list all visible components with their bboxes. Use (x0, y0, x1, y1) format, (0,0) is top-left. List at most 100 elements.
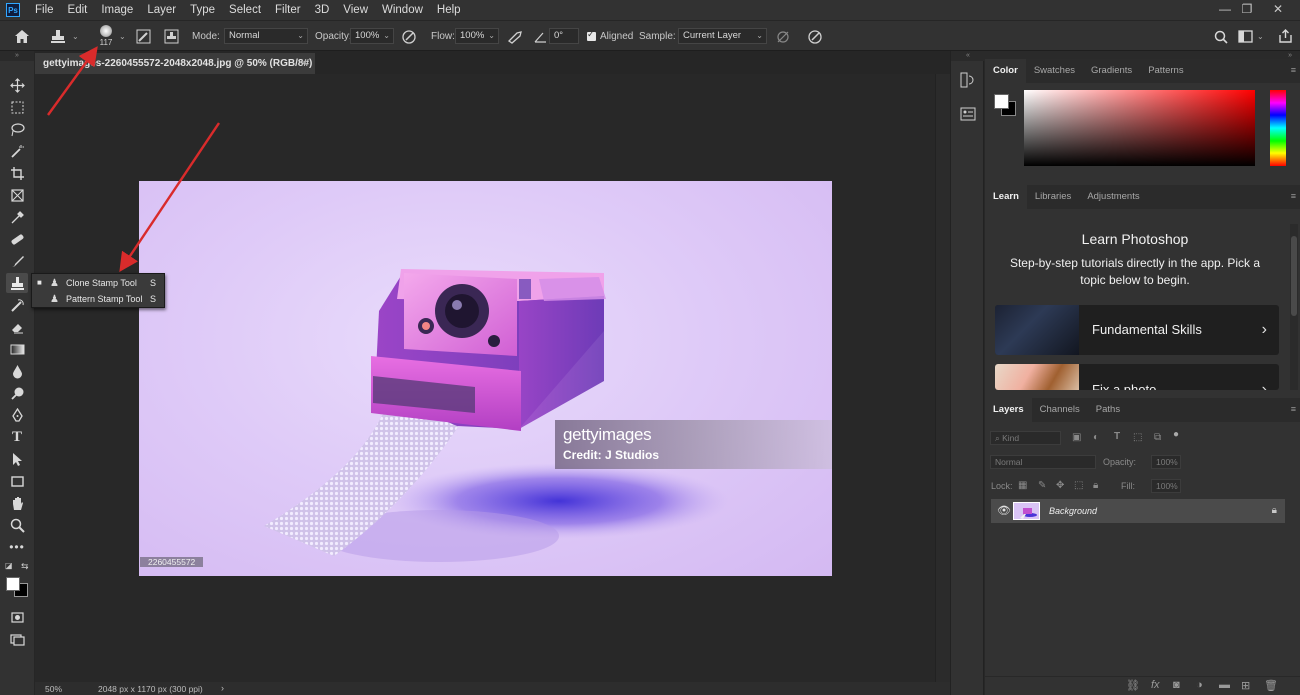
frame-tool-icon[interactable] (6, 185, 28, 205)
type-tool-icon[interactable]: T (6, 427, 28, 447)
history-panel-icon[interactable] (959, 71, 977, 92)
tab-layers[interactable]: Layers (985, 398, 1032, 422)
filter-shape-icon[interactable]: ⬚ (1133, 432, 1142, 443)
share-icon[interactable] (1278, 21, 1293, 52)
tab-gradients[interactable]: Gradients (1083, 59, 1140, 83)
tool-preset-clone-stamp-icon[interactable]: ⌄ (50, 21, 79, 52)
home-icon[interactable] (14, 21, 30, 52)
brush-preset-picker[interactable]: 117 (97, 23, 115, 50)
tab-paths[interactable]: Paths (1088, 398, 1128, 422)
path-selection-tool-icon[interactable] (6, 449, 28, 469)
layer-opacity-input[interactable]: 100% (1151, 455, 1181, 469)
dodge-tool-icon[interactable] (6, 383, 28, 403)
menu-view[interactable]: View (336, 0, 375, 20)
gradient-tool-icon[interactable] (6, 339, 28, 359)
learn-scrollbar[interactable] (1290, 224, 1298, 390)
filter-toggle-icon[interactable]: ● (1173, 429, 1179, 440)
menu-layer[interactable]: Layer (140, 0, 183, 20)
flyout-item-clone-stamp[interactable]: ■ ♟ Clone Stamp Tool S (32, 275, 164, 291)
airbrush-icon[interactable] (507, 21, 524, 52)
layer-style-icon[interactable]: fx (1151, 679, 1160, 691)
new-layer-icon[interactable]: ⊞ (1241, 679, 1250, 692)
menu-filter[interactable]: Filter (268, 0, 308, 20)
angle-input[interactable]: 0° (549, 28, 579, 44)
menu-file[interactable]: File (28, 0, 61, 20)
close-window-icon[interactable]: ✕ (1263, 0, 1293, 20)
new-group-icon[interactable]: ▬ (1219, 679, 1230, 691)
clone-stamp-tool-icon[interactable] (6, 273, 28, 293)
eraser-tool-icon[interactable] (6, 317, 28, 337)
layer-blend-mode-select[interactable]: Normal (990, 455, 1096, 469)
ignore-adjustment-layers-icon[interactable] (776, 21, 790, 52)
zoom-tool-icon[interactable] (6, 515, 28, 535)
lock-transparent-icon[interactable]: ▦ (1018, 480, 1027, 491)
color-panel-swatches[interactable] (993, 92, 1019, 118)
collapse-panel-icon[interactable]: » (0, 51, 34, 61)
pen-tool-icon[interactable] (6, 405, 28, 425)
opacity-input[interactable]: 100% ⌄ (350, 28, 394, 44)
menu-type[interactable]: Type (183, 0, 222, 20)
tab-adjustments[interactable]: Adjustments (1079, 185, 1147, 209)
tab-color[interactable]: Color (985, 59, 1026, 83)
blur-tool-icon[interactable] (6, 361, 28, 381)
filter-pixel-icon[interactable]: ▣ (1072, 432, 1081, 443)
canvas-vertical-scrollbar[interactable] (935, 74, 950, 682)
foreground-color-swatch[interactable] (994, 94, 1009, 109)
aligned-checkbox[interactable]: Aligned (587, 21, 633, 52)
zoom-level[interactable]: 50% (45, 684, 62, 694)
lock-position-icon[interactable]: ✥ (1056, 480, 1064, 491)
menu-select[interactable]: Select (222, 0, 268, 20)
new-adjustment-layer-icon[interactable]: ◑ (1196, 679, 1203, 691)
scrollbar-thumb[interactable] (1291, 236, 1297, 316)
tab-channels[interactable]: Channels (1032, 398, 1088, 422)
hand-tool-icon[interactable] (6, 493, 28, 513)
canvas-area[interactable]: gettyimages Credit: J Studios 2260455572 (35, 74, 935, 682)
collapse-panel-icon[interactable]: « (951, 51, 985, 61)
add-mask-icon[interactable]: ◙ (1173, 679, 1180, 691)
chevron-down-icon[interactable]: ⌄ (72, 32, 79, 41)
brush-settings-icon[interactable] (136, 21, 151, 52)
more-tools-icon[interactable]: ••• (6, 537, 28, 557)
learn-card-fix-a-photo[interactable]: Fix a photo › (995, 364, 1279, 390)
document-tab[interactable]: gettyimages-2260455572-2048x2048.jpg @ 5… (35, 53, 315, 74)
learn-card-fundamental-skills[interactable]: Fundamental Skills › (995, 305, 1279, 355)
panel-menu-icon[interactable]: ≡ (1291, 404, 1296, 414)
filter-smart-object-icon[interactable]: ⧉ (1154, 432, 1161, 443)
delete-layer-icon[interactable]: 🗑︎ (1264, 679, 1278, 692)
lock-artboard-icon[interactable]: ⬚ (1074, 480, 1083, 491)
menu-3d[interactable]: 3D (308, 0, 337, 20)
layer-kind-filter[interactable]: ⌕ Kind (990, 431, 1061, 445)
restore-icon[interactable]: ❐ (1232, 0, 1262, 20)
clone-source-icon[interactable] (164, 21, 179, 52)
menu-edit[interactable]: Edit (61, 0, 95, 20)
filter-adjustment-icon[interactable]: ◐ (1093, 432, 1099, 443)
lock-image-icon[interactable]: ✎ (1038, 480, 1046, 491)
marquee-tool-icon[interactable] (6, 97, 28, 117)
lock-all-icon[interactable]: 🔒︎ (1093, 480, 1098, 491)
search-icon[interactable] (1214, 21, 1228, 52)
menu-help[interactable]: Help (430, 0, 468, 20)
eyedropper-tool-icon[interactable] (6, 207, 28, 227)
properties-panel-icon[interactable] (959, 105, 977, 126)
magic-wand-tool-icon[interactable] (6, 141, 28, 161)
healing-brush-tool-icon[interactable] (6, 229, 28, 249)
crop-tool-icon[interactable] (6, 163, 28, 183)
brush-tool-icon[interactable] (6, 251, 28, 271)
chevron-right-icon[interactable]: › (221, 683, 224, 693)
color-swatches[interactable]: ◪ ⇆ (4, 561, 32, 601)
tab-learn[interactable]: Learn (985, 185, 1027, 209)
layer-row-background[interactable]: 👁︎ Background 🔒︎ (991, 499, 1285, 523)
quick-mask-icon[interactable] (6, 607, 28, 627)
menu-window[interactable]: Window (375, 0, 430, 20)
filter-type-icon[interactable]: T (1114, 431, 1120, 442)
swap-colors-icon[interactable]: ⇆ (21, 561, 29, 572)
tab-swatches[interactable]: Swatches (1026, 59, 1083, 83)
chevron-down-icon[interactable]: ⌄ (1257, 32, 1264, 41)
visibility-eye-icon[interactable]: 👁︎ (997, 499, 1011, 523)
tab-patterns[interactable]: Patterns (1140, 59, 1191, 83)
layer-fill-input[interactable]: 100% (1151, 479, 1181, 493)
chevron-down-icon[interactable]: ⌄ (119, 21, 126, 52)
workspace-icon[interactable]: ⌄ (1238, 21, 1264, 52)
pressure-size-icon[interactable] (807, 21, 823, 52)
link-layers-icon[interactable]: ⛓︎ (1126, 679, 1140, 692)
